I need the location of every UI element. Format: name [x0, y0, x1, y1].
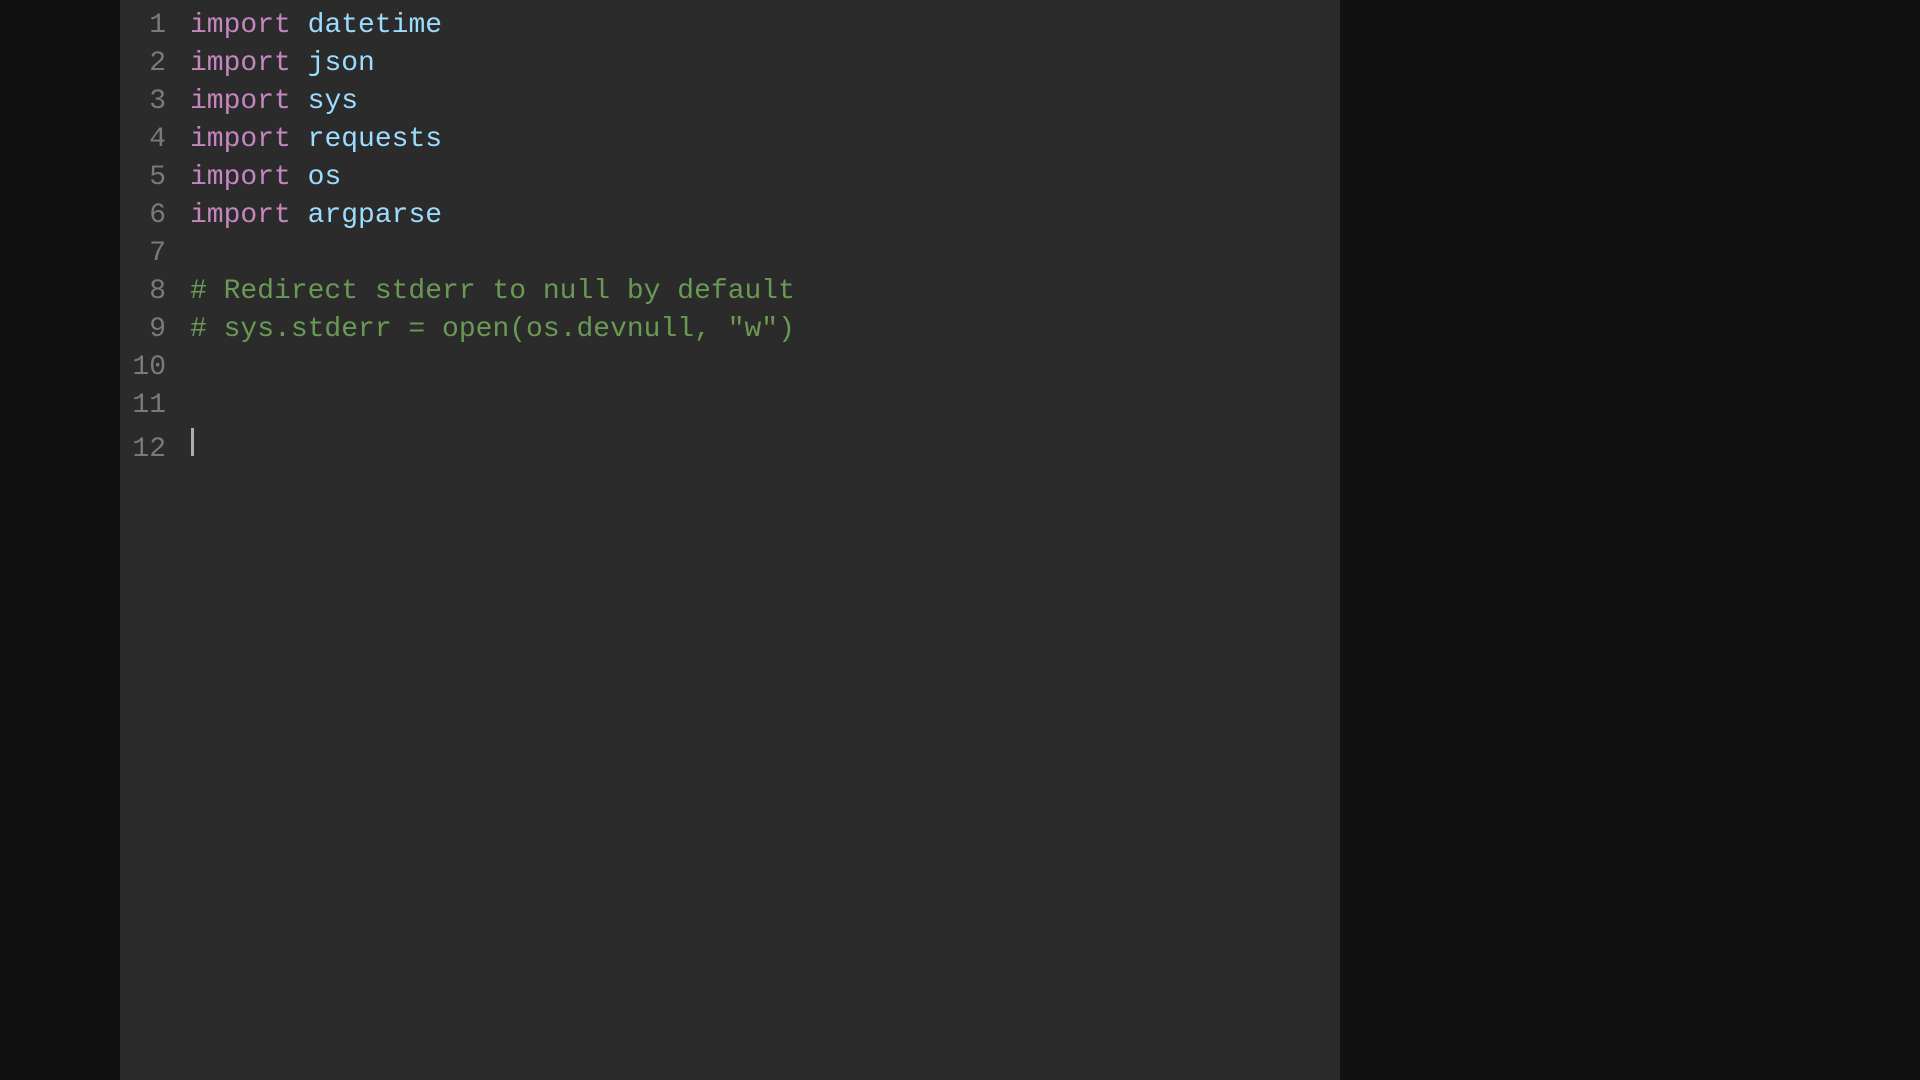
left-gutter [0, 0, 120, 1080]
code-line: 7 [120, 238, 1340, 276]
code-line: 6import argparse [120, 200, 1340, 238]
line-content: import json [190, 48, 375, 79]
code-line: 4import requests [120, 124, 1340, 162]
code-editor-body[interactable]: 1import datetime2import json3import sys4… [120, 0, 1340, 1080]
line-number: 11 [120, 390, 190, 421]
code-line: 5import os [120, 162, 1340, 200]
right-panel [1340, 0, 1920, 1080]
code-line: 3import sys [120, 86, 1340, 124]
code-line: 11 [120, 390, 1340, 428]
line-content: import argparse [190, 200, 442, 231]
line-content: # Redirect stderr to null by default [190, 276, 795, 307]
code-line: 8# Redirect stderr to null by default [120, 276, 1340, 314]
line-number: 2 [120, 48, 190, 79]
code-line: 10 [120, 352, 1340, 390]
line-content: import datetime [190, 10, 442, 41]
line-number: 6 [120, 200, 190, 231]
line-number: 4 [120, 124, 190, 155]
line-number: 12 [120, 434, 190, 465]
line-content: import requests [190, 124, 442, 155]
line-number: 1 [120, 10, 190, 41]
line-content: import sys [190, 86, 358, 117]
line-content: import os [190, 162, 341, 193]
line-content [190, 428, 194, 456]
line-content: # sys.stderr = open(os.devnull, "w") [190, 314, 795, 345]
line-number: 7 [120, 238, 190, 269]
line-number: 3 [120, 86, 190, 117]
line-number: 5 [120, 162, 190, 193]
code-line: 1import datetime [120, 10, 1340, 48]
line-number: 9 [120, 314, 190, 345]
code-line: 12 [120, 428, 1340, 466]
line-number: 10 [120, 352, 190, 383]
code-line: 2import json [120, 48, 1340, 86]
line-number: 8 [120, 276, 190, 307]
code-editor-window: 1import datetime2import json3import sys4… [0, 0, 1920, 1080]
text-cursor [191, 428, 194, 456]
code-line: 9# sys.stderr = open(os.devnull, "w") [120, 314, 1340, 352]
